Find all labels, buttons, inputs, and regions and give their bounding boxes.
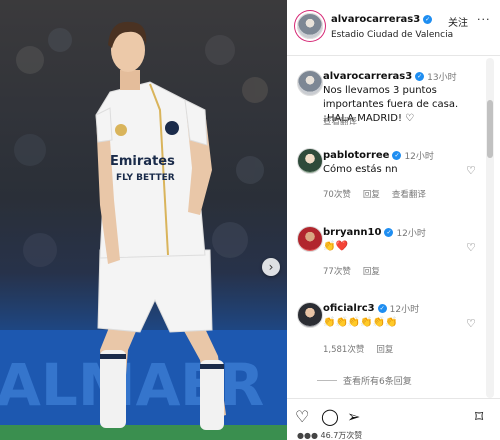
- comment-text: 👏👏👏👏👏👏: [323, 317, 398, 328]
- translate-link[interactable]: 查看翻译: [323, 115, 357, 127]
- comment-username-text[interactable]: pablotorree: [323, 150, 389, 161]
- comment-username-text[interactable]: brryann10: [323, 227, 381, 238]
- player-image: ALMA ER Emirates FLY BETTER: [0, 21, 287, 440]
- post-location[interactable]: Estadio Ciudad de Valencia: [331, 30, 453, 40]
- comment-time: 12小时: [396, 229, 426, 239]
- svg-text:FLY BETTER: FLY BETTER: [116, 173, 175, 183]
- comment-username[interactable]: alvarocarreras3 ✓ 13小时: [323, 70, 457, 83]
- view-replies-label[interactable]: 查看所有6条回复: [343, 374, 412, 387]
- post-side-panel: alvarocarreras3 ✓ Estadio Ciudad de Vale…: [287, 0, 500, 440]
- replies-divider: [317, 380, 337, 381]
- comment-time: 12小时: [389, 305, 420, 315]
- reply-link[interactable]: 回复: [376, 343, 393, 355]
- comment-avatar[interactable]: [297, 226, 323, 252]
- comment-like-heart-icon[interactable]: ♡: [466, 241, 476, 254]
- next-image-arrow[interactable]: ›: [262, 258, 280, 276]
- comment-username[interactable]: pablotorree ✓ 12小时: [323, 149, 434, 162]
- comment-meta: 70次赞 回复 查看翻译: [323, 188, 426, 200]
- verified-badge-icon: ✓: [423, 15, 433, 24]
- comment-username[interactable]: brryann10 ✓ 12小时: [323, 226, 426, 239]
- comment-meta: 1,581次赞 回复: [323, 343, 393, 355]
- translate-link[interactable]: 查看翻译: [392, 188, 426, 200]
- comment-text: Cómo estás nn: [323, 164, 398, 175]
- verified-badge-icon: ✓: [377, 304, 387, 313]
- heart-icon[interactable]: ♡: [295, 407, 309, 426]
- post-header: alvarocarreras3 ✓ Estadio Ciudad de Vale…: [287, 0, 500, 56]
- comment-meta: 77次赞 回复: [323, 265, 380, 277]
- reply-link[interactable]: 回复: [363, 265, 380, 277]
- share-icon[interactable]: ➢: [347, 407, 360, 426]
- comment-avatar[interactable]: [297, 302, 323, 328]
- view-all-replies[interactable]: 查看所有6条回复: [317, 374, 412, 387]
- svg-text:ALMA: ALMA: [0, 351, 181, 419]
- comment-likes[interactable]: 1,581次赞: [323, 343, 364, 355]
- svg-text:Emirates: Emirates: [110, 154, 175, 169]
- verified-badge-icon: ✓: [392, 151, 402, 160]
- comment-avatar[interactable]: [297, 148, 323, 174]
- comment-time: 13小时: [427, 73, 457, 83]
- comment-username-text[interactable]: oficialrc3: [323, 303, 375, 314]
- bookmark-icon[interactable]: ⌑: [475, 407, 483, 426]
- comment-like-heart-icon[interactable]: ♡: [466, 317, 476, 330]
- more-options-icon[interactable]: ···: [477, 13, 491, 26]
- verified-badge-icon: ✓: [384, 228, 394, 237]
- comment-text: 👏❤️: [323, 241, 348, 252]
- comment-like-heart-icon[interactable]: ♡: [466, 164, 476, 177]
- post-photo: ALMA ER Emirates FLY BETTER ›: [0, 0, 287, 440]
- comments-scrollbar-thumb[interactable]: [487, 100, 493, 158]
- author-username[interactable]: alvarocarreras3 ✓: [331, 14, 433, 25]
- reply-link[interactable]: 回复: [363, 188, 380, 200]
- comment-username[interactable]: oficialrc3 ✓ 12小时: [323, 302, 419, 315]
- comment-likes[interactable]: 70次赞: [323, 188, 351, 200]
- comment-meta: 查看翻译: [323, 115, 357, 127]
- comment-icon[interactable]: ◯: [321, 407, 339, 426]
- likes-count[interactable]: ●●● 46.7万次赞: [297, 430, 362, 440]
- comment-time: 12小时: [404, 152, 434, 162]
- author-username-text[interactable]: alvarocarreras3: [331, 14, 420, 25]
- comment-likes[interactable]: 77次赞: [323, 265, 351, 277]
- comment-username-text[interactable]: alvarocarreras3: [323, 71, 412, 82]
- comment-avatar[interactable]: [297, 70, 323, 96]
- follow-button[interactable]: 关注: [448, 14, 468, 29]
- author-avatar[interactable]: [297, 13, 323, 39]
- verified-badge-icon: ✓: [415, 72, 425, 81]
